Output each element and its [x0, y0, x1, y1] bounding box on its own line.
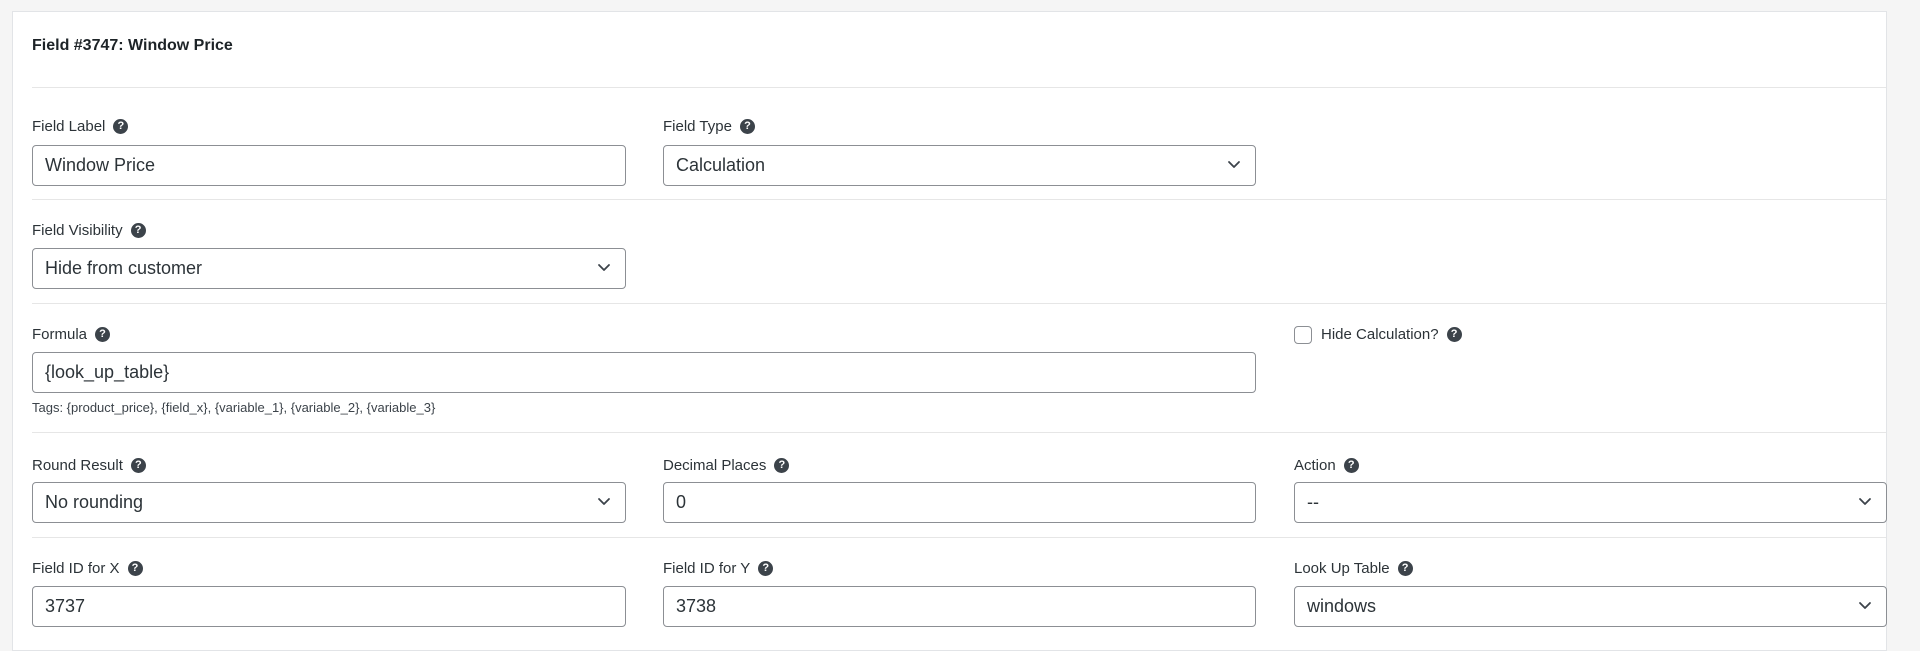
field-label-label: Field Label ?	[32, 118, 129, 135]
formula-label: Formula ?	[32, 326, 111, 343]
field-id-y-input[interactable]: 3738	[663, 586, 1256, 627]
chevron-down-icon	[1859, 498, 1871, 505]
field-type-value: Calculation	[676, 155, 766, 175]
field-label-input[interactable]: Window Price	[32, 145, 626, 186]
question-circle-icon[interactable]: ?	[127, 561, 143, 576]
formula-input[interactable]: {look_up_table}	[32, 352, 1256, 393]
field-type-text: Field Type	[663, 118, 732, 135]
field-label-text: Field Label	[32, 118, 106, 135]
chevron-down-icon	[1228, 161, 1240, 168]
question-circle-icon[interactable]: ?	[95, 327, 111, 342]
field-type-select[interactable]: Calculation	[663, 145, 1256, 186]
action-text: Action	[1294, 457, 1336, 474]
chevron-down-icon	[1859, 602, 1871, 609]
field-id-x-input[interactable]: 3737	[32, 586, 626, 627]
field-title: Field #3747: Window Price	[32, 37, 233, 54]
question-circle-icon[interactable]: ?	[1397, 561, 1413, 576]
chevron-down-icon	[598, 498, 610, 505]
field-settings-panel	[12, 11, 1887, 651]
divider	[32, 199, 1886, 200]
decimal-places-text: Decimal Places	[663, 457, 767, 474]
action-select[interactable]: --	[1294, 482, 1887, 523]
field-id-x-value: 3737	[45, 596, 86, 616]
round-result-label: Round Result ?	[32, 457, 146, 474]
question-circle-icon[interactable]: ?	[113, 119, 129, 134]
round-result-value: No rounding	[45, 492, 144, 512]
look-up-table-label: Look Up Table ?	[1294, 560, 1413, 577]
formula-value: {look_up_table}	[45, 362, 170, 382]
divider	[32, 537, 1886, 538]
field-type-label: Field Type ?	[663, 118, 755, 135]
field-visibility-text: Field Visibility	[32, 222, 123, 239]
hide-calculation-checkbox[interactable]	[1294, 326, 1312, 344]
field-id-x-text: Field ID for X	[32, 560, 120, 577]
look-up-table-value: windows	[1307, 596, 1377, 616]
decimal-places-value: 0	[676, 492, 687, 512]
look-up-table-text: Look Up Table	[1294, 560, 1390, 577]
question-circle-icon[interactable]: ?	[1446, 327, 1462, 342]
chevron-down-icon	[598, 264, 610, 271]
look-up-table-select[interactable]: windows	[1294, 586, 1887, 627]
divider	[32, 303, 1886, 304]
question-circle-icon[interactable]: ?	[774, 458, 790, 473]
question-circle-icon[interactable]: ?	[758, 561, 774, 576]
field-id-y-label: Field ID for Y ?	[663, 560, 774, 577]
round-result-select[interactable]: No rounding	[32, 482, 626, 523]
field-id-y-value: 3738	[676, 596, 717, 616]
question-circle-icon[interactable]: ?	[130, 458, 146, 473]
divider	[32, 432, 1886, 433]
decimal-places-label: Decimal Places ?	[663, 457, 790, 474]
decimal-places-input[interactable]: 0	[663, 482, 1256, 523]
formula-tags: Tags: {product_price}, {field_x}, {varia…	[32, 400, 436, 415]
field-label-value: Window Price	[45, 155, 156, 175]
divider	[32, 87, 1886, 88]
action-label: Action ?	[1294, 457, 1359, 474]
hide-calculation-label: Hide Calculation? ?	[1321, 326, 1462, 343]
field-id-y-text: Field ID for Y	[663, 560, 751, 577]
question-circle-icon[interactable]: ?	[1343, 458, 1359, 473]
formula-text: Formula	[32, 326, 88, 343]
field-id-x-label: Field ID for X ?	[32, 560, 143, 577]
field-visibility-label: Field Visibility ?	[32, 222, 146, 239]
round-result-text: Round Result	[32, 457, 123, 474]
question-circle-icon[interactable]: ?	[739, 119, 755, 134]
field-visibility-select[interactable]: Hide from customer	[32, 248, 626, 289]
question-circle-icon[interactable]: ?	[130, 223, 146, 238]
action-value: --	[1307, 492, 1319, 512]
field-visibility-value: Hide from customer	[45, 258, 203, 278]
hide-calculation-text: Hide Calculation?	[1321, 326, 1439, 343]
